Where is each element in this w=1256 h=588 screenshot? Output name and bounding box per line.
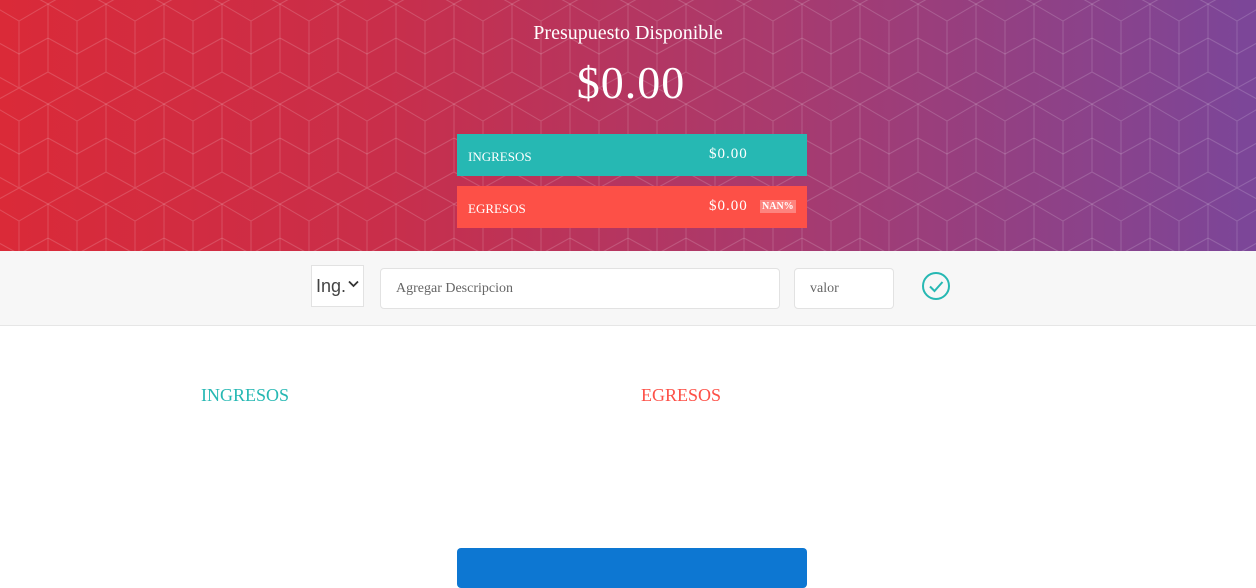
budget-value: $0.00	[576, 57, 686, 108]
expense-summary-label: Egresos	[468, 201, 526, 216]
description-input[interactable]	[380, 268, 780, 309]
expense-summary-amount: $0.00	[709, 198, 748, 214]
income-summary-label: Ingresos	[468, 149, 532, 164]
bottom-panel	[457, 548, 807, 588]
type-select[interactable]: Ing.	[311, 265, 364, 307]
income-summary-amount: $0.00	[709, 146, 748, 162]
check-circle-icon	[922, 272, 950, 300]
value-input[interactable]	[794, 268, 894, 309]
expense-percentage-badge: NAN%	[760, 200, 796, 213]
chevron-down-icon	[348, 277, 359, 291]
income-summary: Ingresos $0.00	[457, 134, 807, 176]
expense-summary: Egresos $0.00 NAN%	[457, 186, 807, 228]
type-select-value: Ing.	[316, 275, 347, 296]
income-list-title: Ingresos	[201, 385, 290, 405]
budget-header: Presupuesto Disponible $0.00 Ingresos $0…	[0, 0, 1256, 251]
expense-list-title: Egresos	[641, 385, 722, 405]
add-button[interactable]	[920, 270, 952, 302]
budget-title: Presupuesto Disponible	[533, 22, 723, 44]
